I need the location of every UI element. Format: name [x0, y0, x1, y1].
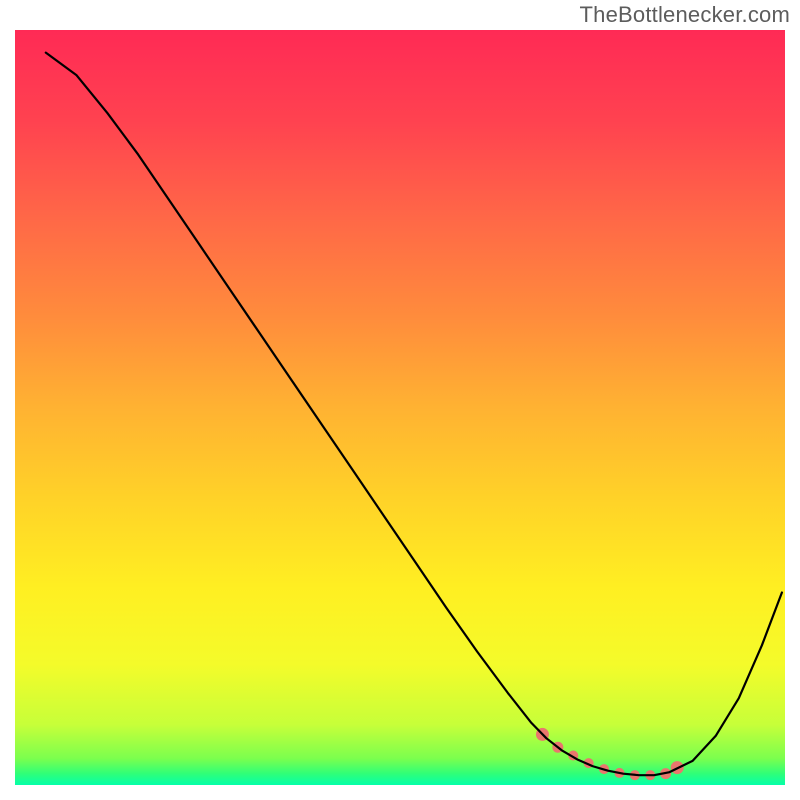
bottleneck-curve-chart	[0, 0, 800, 800]
chart-stage: TheBottlenecker.com	[0, 0, 800, 800]
watermark-label: TheBottlenecker.com	[580, 2, 790, 28]
